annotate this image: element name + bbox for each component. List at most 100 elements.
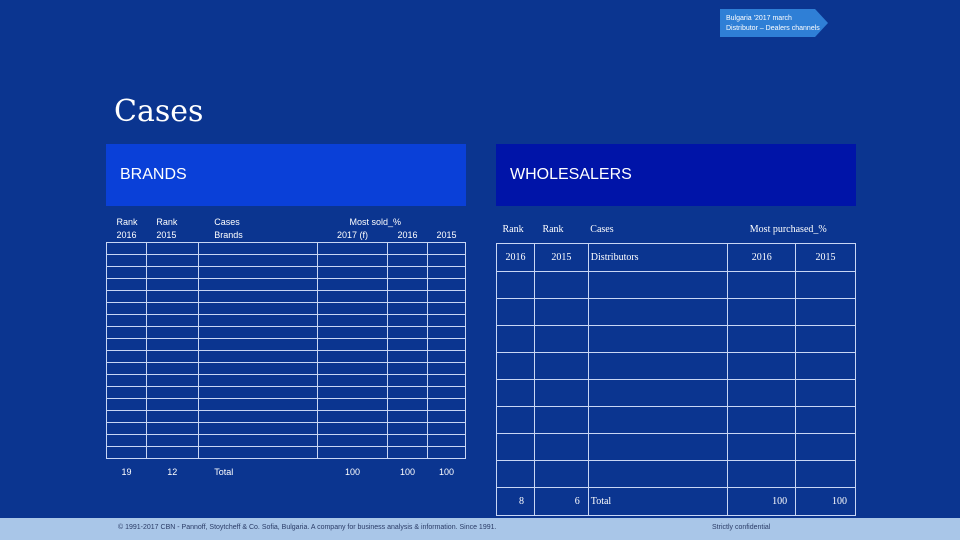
wholesalers-empty-cell <box>795 325 856 353</box>
brands-empty-cell <box>106 374 147 387</box>
brands-col-rank2015-year: 2015 <box>156 230 177 240</box>
brands-empty-row <box>106 266 467 279</box>
wholesalers-empty-row <box>496 379 856 407</box>
brands-empty-cell <box>106 386 147 399</box>
wholesalers-col-mostpurchased: Most purchased_% <box>749 224 827 235</box>
brands-empty-cell <box>426 434 467 447</box>
wholesalers-col-2016: 2016 <box>496 243 535 272</box>
wholesalers-empty-row <box>496 406 856 434</box>
wholesalers-empty-cell <box>496 271 535 299</box>
wholesalers-col-rank2016: Rank <box>502 224 524 235</box>
brands-empty-cell <box>426 362 467 375</box>
brands-empty-cell <box>106 410 147 423</box>
wholesalers-empty-cell <box>795 433 856 461</box>
brands-empty-cell <box>386 362 428 375</box>
brands-col-cases: Cases <box>214 217 240 227</box>
brands-empty-cell <box>106 290 147 303</box>
wholesalers-total-rank2016: 8 <box>496 487 535 516</box>
brands-empty-cell <box>316 254 388 267</box>
brands-empty-cell <box>386 374 428 387</box>
wholesalers-col-2015: 2015 <box>533 243 589 272</box>
brands-empty-cell <box>426 302 467 315</box>
brands-empty-cell <box>316 422 388 435</box>
brands-col-mostsold: Most sold_% <box>349 217 402 227</box>
brands-col-2016: 2016 <box>397 230 418 240</box>
brands-empty-cell <box>386 338 428 351</box>
wholesalers-empty-cell <box>795 406 856 434</box>
wholesalers-total-2015: 100 <box>795 487 856 516</box>
brands-empty-cell <box>145 266 199 279</box>
brands-empty-cell <box>106 242 147 255</box>
brands-empty-cell <box>197 362 318 375</box>
brands-empty-cell <box>197 242 318 255</box>
brands-empty-cell <box>145 362 199 375</box>
tag-line-1: Bulgaria '2017 march <box>726 15 792 22</box>
brands-empty-cell <box>386 290 428 303</box>
wholesalers-empty-cell <box>795 271 856 299</box>
brands-empty-cell <box>426 338 467 351</box>
brands-empty-cell <box>197 386 318 399</box>
brands-empty-cell <box>106 302 147 315</box>
brands-empty-cell <box>316 434 388 447</box>
wholesalers-empty-cell <box>795 298 856 326</box>
brands-empty-row <box>106 302 467 315</box>
brands-empty-row <box>106 446 467 459</box>
brands-empty-cell <box>106 314 147 327</box>
brands-empty-cell <box>426 350 467 363</box>
brands-empty-cell <box>426 422 467 435</box>
brands-col-brands: Brands <box>214 230 243 240</box>
brands-empty-cell <box>386 446 428 459</box>
brands-empty-cell <box>106 446 147 459</box>
brands-empty-cell <box>316 446 388 459</box>
brands-empty-row <box>106 422 467 435</box>
wholesalers-header-row-2: 2016 2015 Distributors 2016 2015 <box>496 243 856 272</box>
wholesalers-empty-cell <box>587 433 729 461</box>
brands-empty-cell <box>197 314 318 327</box>
brands-col-2017f: 2017 (f) <box>336 230 368 240</box>
brands-empty-row <box>106 254 467 267</box>
brands-empty-cell <box>426 326 467 339</box>
brands-empty-cell <box>145 338 199 351</box>
footer-bar: © 1991-2017 CBN - Pannoff, Stoytcheff & … <box>0 518 960 540</box>
wholesalers-empty-cell <box>496 433 535 461</box>
brands-empty-cell <box>106 254 147 267</box>
brands-empty-cell <box>386 314 428 327</box>
wholesalers-empty-cell <box>727 325 797 353</box>
wholesalers-empty-row <box>496 325 856 353</box>
brands-empty-cell <box>316 314 388 327</box>
brands-empty-cell <box>316 362 388 375</box>
brands-total-2016: 100 <box>399 467 415 477</box>
wholesalers-empty-cell <box>587 271 729 299</box>
brands-total-rank2016: 19 <box>121 467 132 477</box>
brands-total-2017f: 100 <box>344 467 360 477</box>
wholesalers-col-distributors: Distributors <box>587 243 729 272</box>
wholesalers-empty-cell <box>727 406 797 434</box>
wholesalers-empty-cell <box>533 433 589 461</box>
wholesalers-empty-cell <box>727 460 797 488</box>
wholesalers-empty-cell <box>533 298 589 326</box>
wholesalers-title: WHOLESALERS <box>510 166 632 183</box>
wholesalers-empty-cell <box>496 298 535 326</box>
wholesalers-empty-row <box>496 433 856 461</box>
wholesalers-col-rank2015: Rank <box>542 224 564 235</box>
brands-empty-cell <box>197 338 318 351</box>
brands-empty-cell <box>106 422 147 435</box>
footer-copyright: © 1991-2017 CBN - Pannoff, Stoytcheff & … <box>118 524 497 531</box>
brands-empty-cell <box>145 290 199 303</box>
brands-empty-cell <box>106 362 147 375</box>
brands-empty-cell <box>316 266 388 279</box>
brands-empty-cell <box>145 374 199 387</box>
brands-empty-cell <box>386 386 428 399</box>
brands-empty-cell <box>145 398 199 411</box>
wholesalers-empty-cell <box>533 460 589 488</box>
wholesalers-empty-cell <box>533 379 589 407</box>
brands-empty-cell <box>145 242 199 255</box>
page-title: Cases <box>114 94 204 129</box>
brands-empty-cell <box>426 314 467 327</box>
brands-empty-cell <box>106 434 147 447</box>
brands-empty-cell <box>106 326 147 339</box>
wholesalers-empty-cell <box>727 352 797 380</box>
brands-empty-row <box>106 338 467 351</box>
wholesalers-empty-cell <box>496 406 535 434</box>
wholesalers-empty-cell <box>533 406 589 434</box>
